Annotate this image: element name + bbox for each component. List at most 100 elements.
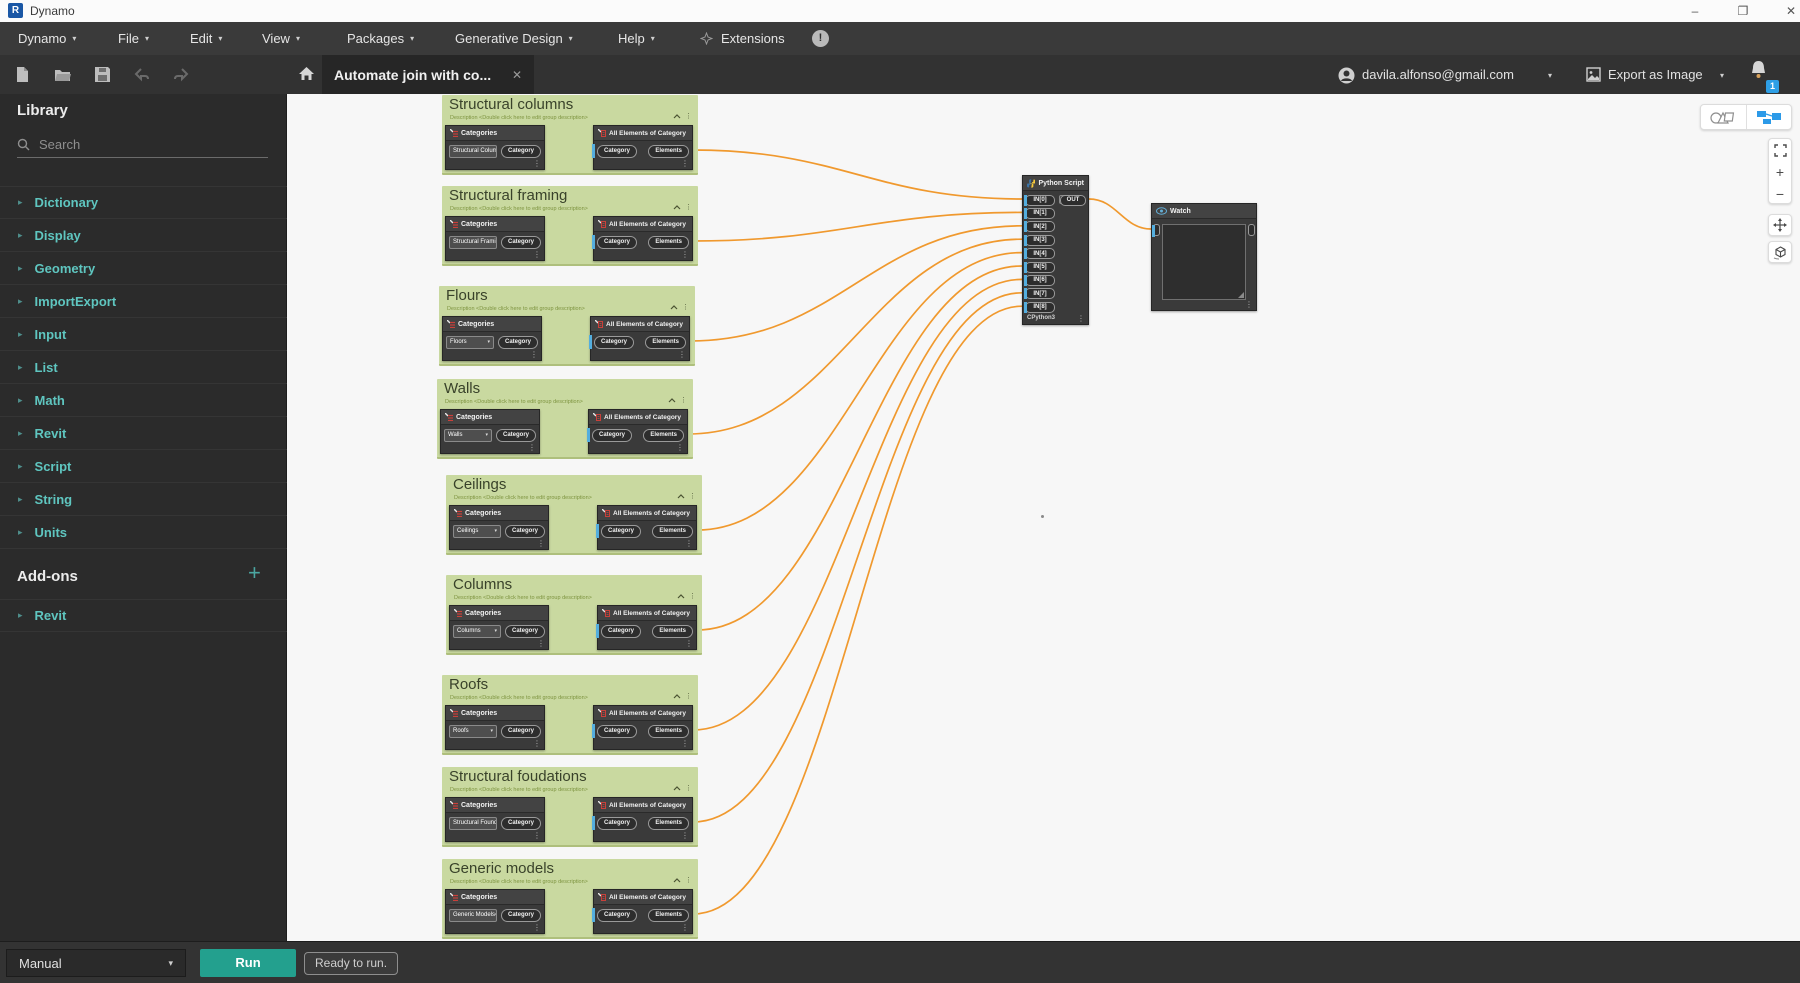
categories-node[interactable]: CategoriesRoofs▾Category⋮ [445, 705, 545, 750]
all-elements-of-category-node[interactable]: All Elements of Category Category Elements… [593, 797, 693, 842]
node-group[interactable]: Structural foudationsDescription <Double… [442, 767, 698, 847]
menu-item-packages[interactable]: Packages▾ [347, 22, 414, 55]
all-elements-node-header[interactable]: All Elements of Category [594, 217, 692, 232]
categories-node[interactable]: Categories Structural Framing▾ Category⋮ [445, 216, 545, 261]
sidebar-item-list[interactable]: ▸List [0, 351, 287, 384]
node-menu-icon[interactable]: ⋮ [537, 539, 545, 548]
category-dropdown[interactable]: Generic Models▾ [449, 909, 497, 922]
watch-node[interactable]: Watch ⋮ [1151, 203, 1257, 311]
group-description[interactable]: Description <Double click here to edit g… [447, 306, 585, 312]
wire[interactable] [697, 266, 1022, 630]
all-elements-node-header[interactable]: All Elements of Category [589, 410, 687, 425]
category-output-port[interactable]: Category [501, 145, 541, 158]
category-output-port[interactable]: Category [496, 429, 536, 442]
new-file-icon[interactable] [14, 66, 31, 83]
node-menu-icon[interactable]: ⋮ [533, 250, 541, 259]
sidebar-item-script[interactable]: ▸Script [0, 450, 287, 483]
all-elements-of-category-node[interactable]: All Elements of Category Category Elements… [593, 705, 693, 750]
all-elements-node-header[interactable]: All Elements of Category [594, 126, 692, 141]
all-elements-node-header[interactable]: All Elements of Category [594, 890, 692, 905]
category-input-port[interactable]: Category [601, 525, 641, 538]
menu-item-file[interactable]: File▾ [118, 22, 149, 55]
close-button[interactable]: ✕ [1774, 0, 1800, 22]
node-menu-icon[interactable]: ⋮ [681, 831, 689, 840]
account-avatar-icon[interactable] [1338, 67, 1355, 84]
watch-resize-handle[interactable] [1238, 292, 1244, 298]
category-output-port[interactable]: Category [501, 817, 541, 830]
graph-canvas[interactable]: Python Script + − OUT CPython3 ⋮ IN[0]IN… [287, 94, 1800, 941]
category-input-port[interactable]: Category [597, 236, 637, 249]
sidebar-item-dictionary[interactable]: ▸Dictionary [0, 186, 287, 219]
sidebar-item-revit[interactable]: ▸Revit [0, 417, 287, 450]
wire[interactable] [697, 253, 1022, 530]
categories-node-header[interactable]: Categories [450, 506, 548, 521]
elements-output-port[interactable]: Elements [648, 817, 689, 830]
category-dropdown[interactable]: Structural Foundations▾ [449, 817, 497, 830]
group-description[interactable]: Description <Double click here to edit g… [450, 695, 588, 701]
categories-node[interactable]: CategoriesStructural Columns▾Category⋮ [445, 125, 545, 170]
category-output-port[interactable]: Category [501, 236, 541, 249]
node-menu-icon[interactable]: ⋮ [533, 831, 541, 840]
node-menu-icon[interactable]: ⋮ [681, 739, 689, 748]
watch-node-menu-icon[interactable]: ⋮ [1245, 300, 1253, 309]
python-input-port-6[interactable]: IN[6] [1025, 275, 1055, 286]
zoom-in-button[interactable]: + [1769, 161, 1791, 183]
group-menu-icon[interactable]: ⋮ [689, 592, 696, 600]
wire[interactable] [693, 306, 1022, 914]
collapse-chevron-icon[interactable] [670, 305, 678, 310]
categories-node-header[interactable]: Categories [446, 890, 544, 905]
category-output-port[interactable]: Category [501, 725, 541, 738]
elements-output-port[interactable]: Elements [652, 525, 693, 538]
categories-node[interactable]: CategoriesStructural Foundations▾Categor… [445, 797, 545, 842]
group-menu-icon[interactable]: ⋮ [685, 112, 692, 120]
all-elements-of-category-node[interactable]: All Elements of CategoryCategoryElements… [593, 125, 693, 170]
geometry-view-button[interactable] [1701, 105, 1746, 129]
group-description[interactable]: Description <Double click here to edit g… [454, 495, 592, 501]
collapse-chevron-icon[interactable] [677, 494, 685, 499]
wire[interactable] [690, 226, 1022, 341]
account-email[interactable]: davila.alfonso@gmail.com [1362, 67, 1514, 82]
all-elements-of-category-node[interactable]: All Elements of CategoryCategoryElements… [593, 889, 693, 934]
category-output-port[interactable]: Category [501, 909, 541, 922]
elements-output-port[interactable]: Elements [643, 429, 684, 442]
elements-output-port[interactable]: Elements [648, 725, 689, 738]
node-group[interactable]: Generic modelsDescription <Double click … [442, 859, 698, 939]
categories-node[interactable]: CategoriesCeilings▾Category⋮ [449, 505, 549, 550]
menu-item-extensions[interactable]: Extensions [700, 22, 785, 55]
category-dropdown[interactable]: Structural Framing▾ [449, 236, 497, 249]
category-output-port[interactable]: Category [505, 525, 545, 538]
node-menu-icon[interactable]: ⋮ [528, 443, 536, 452]
categories-node[interactable]: CategoriesGeneric Models▾Category⋮ [445, 889, 545, 934]
all-elements-of-category-node[interactable]: All Elements of CategoryCategoryElements… [597, 505, 697, 550]
menu-item-edit[interactable]: Edit▾ [190, 22, 222, 55]
node-menu-icon[interactable]: ⋮ [676, 443, 684, 452]
undo-icon[interactable] [134, 66, 151, 83]
node-group[interactable]: Structural columnsDescription <Double cl… [442, 95, 698, 175]
sidebar-item-units[interactable]: ▸Units [0, 516, 287, 549]
group-menu-icon[interactable]: ⋮ [685, 203, 692, 211]
category-input-port[interactable]: Category [597, 725, 637, 738]
run-mode-select[interactable]: Manual ▾ [6, 949, 186, 977]
category-input-port[interactable]: Category [597, 817, 637, 830]
notifications-info-icon[interactable]: ! [812, 30, 829, 47]
node-group[interactable]: FloursDescription <Double click here to … [439, 286, 695, 366]
notification-badge[interactable]: 1 [1766, 80, 1779, 93]
wire[interactable] [693, 293, 1022, 822]
wire[interactable] [1089, 199, 1151, 229]
collapse-chevron-icon[interactable] [668, 398, 676, 403]
elements-output-port[interactable]: Elements [648, 236, 689, 249]
open-file-icon[interactable] [54, 66, 71, 83]
category-output-port[interactable]: Category [498, 336, 538, 349]
menu-item-dynamo[interactable]: Dynamo▾ [18, 22, 76, 55]
category-dropdown[interactable]: Walls▾ [444, 429, 492, 442]
all-elements-node-header[interactable]: All Elements of Category [594, 798, 692, 813]
all-elements-node-header[interactable]: All Elements of Category [594, 706, 692, 721]
categories-node-header[interactable]: Categories [446, 217, 544, 232]
group-menu-icon[interactable]: ⋮ [685, 692, 692, 700]
categories-node-header[interactable]: Categories [446, 706, 544, 721]
search-input[interactable] [39, 137, 239, 152]
category-input-port[interactable]: Category [592, 429, 632, 442]
category-output-port[interactable]: Category [505, 625, 545, 638]
elements-output-port[interactable]: Elements [652, 625, 693, 638]
node-menu-icon[interactable]: ⋮ [681, 923, 689, 932]
